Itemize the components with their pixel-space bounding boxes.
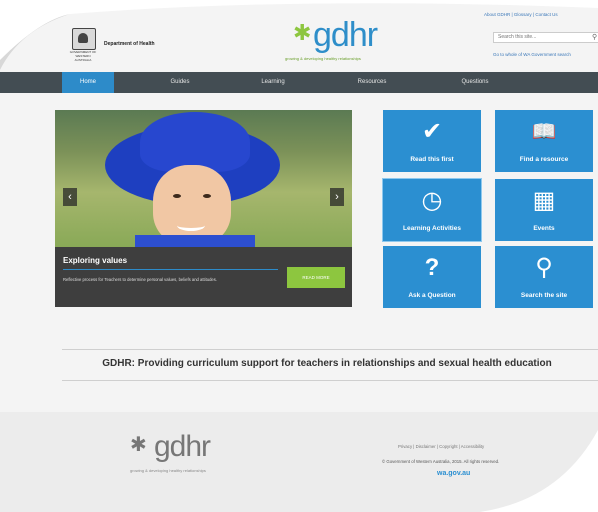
- site-header: GOVERNMENT OF WESTERN AUSTRALIA Departme…: [0, 0, 598, 72]
- tile-label: Ask a Question: [408, 292, 456, 299]
- wa-government-logo[interactable]: GOVERNMENT OF WESTERN AUSTRALIA: [68, 28, 98, 62]
- search-input[interactable]: [493, 32, 598, 43]
- tile-find-a-resource[interactable]: 📖 Find a resource: [495, 110, 593, 172]
- tile-label: Search the site: [520, 292, 568, 299]
- check-icon: ✔: [421, 118, 443, 145]
- hat-crown: [140, 112, 250, 172]
- nav-guides[interactable]: Guides: [150, 72, 210, 93]
- question-icon: ?: [424, 254, 440, 281]
- wa-search-link[interactable]: Go to whole of WA Government search: [493, 52, 571, 57]
- slide-title: Exploring values: [63, 256, 128, 265]
- star-icon: ✱: [130, 434, 147, 456]
- main-nav: Home Guides Learning Resources Questions: [0, 72, 598, 93]
- tile-label: Read this first: [410, 156, 454, 163]
- tile-label: Learning Activities: [403, 225, 461, 232]
- search-icon[interactable]: ⚲: [592, 33, 597, 41]
- nav-learning[interactable]: Learning: [243, 72, 303, 93]
- footer-logo-tagline: growing & developing healthy relationshi…: [130, 468, 206, 473]
- nav-questions[interactable]: Questions: [445, 72, 505, 93]
- divider: [62, 349, 598, 350]
- tile-events[interactable]: ▦ Events: [495, 179, 593, 241]
- site-tagline: GDHR: Providing curriculum support for t…: [102, 358, 552, 369]
- eye: [173, 194, 181, 198]
- gdhr-logo[interactable]: ✱ gdhr growing & developing healthy rela…: [285, 16, 395, 66]
- nav-home[interactable]: Home: [62, 72, 114, 93]
- footer-copyright: © Government of Western Australia, 2015.…: [382, 459, 500, 464]
- smile: [177, 220, 205, 231]
- crest-icon: [72, 28, 96, 50]
- slide-divider: [63, 269, 278, 270]
- divider: [62, 380, 598, 381]
- star-icon: ✱: [293, 20, 312, 45]
- book-icon: 📖: [531, 121, 557, 143]
- crest-text: GOVERNMENT OF WESTERN AUSTRALIA: [69, 50, 97, 62]
- eye: [203, 194, 211, 198]
- tile-search-the-site[interactable]: ⚲ Search the site: [495, 246, 593, 308]
- logo-tagline: growing & developing healthy relationshi…: [285, 56, 361, 61]
- utility-links[interactable]: About GDHR | Glossary | Contact Us: [484, 12, 558, 17]
- clock-icon: ◷: [421, 187, 443, 214]
- prev-arrow-icon[interactable]: ‹: [63, 188, 77, 206]
- tile-learning-activities[interactable]: ◷ Learning Activities: [382, 178, 482, 242]
- tile-label: Find a resource: [519, 156, 569, 163]
- department-name: Department of Health: [104, 41, 155, 47]
- logo-word: gdhr: [313, 16, 378, 54]
- shirt: [135, 235, 255, 247]
- site-footer: [0, 412, 598, 512]
- calendar-icon: ▦: [532, 187, 556, 214]
- slide-image: ‹ ›: [55, 110, 352, 247]
- slide-description: Reflective process for Teachers to deter…: [63, 277, 218, 282]
- wa-gov-link[interactable]: wa.gov.au: [437, 470, 470, 477]
- tile-ask-a-question[interactable]: ? Ask a Question: [383, 246, 481, 308]
- child-face: [153, 165, 231, 245]
- tile-read-this-first[interactable]: ✔ Read this first: [383, 110, 481, 172]
- footer-gdhr-logo[interactable]: ✱ gdhr growing & developing healthy rela…: [130, 430, 240, 480]
- tile-label: Events: [533, 225, 555, 232]
- page: GOVERNMENT OF WESTERN AUSTRALIA Departme…: [0, 0, 598, 512]
- read-more-button[interactable]: READ MORE: [287, 267, 345, 288]
- feature-slider: ‹ › Exploring values Reflective process …: [55, 110, 352, 307]
- nav-resources[interactable]: Resources: [340, 72, 404, 93]
- next-arrow-icon[interactable]: ›: [330, 188, 344, 206]
- footer-logo-word: gdhr: [154, 430, 211, 463]
- search-icon: ⚲: [535, 254, 553, 281]
- footer-links[interactable]: Privacy | Disclaimer | Copyright | Acces…: [398, 444, 484, 449]
